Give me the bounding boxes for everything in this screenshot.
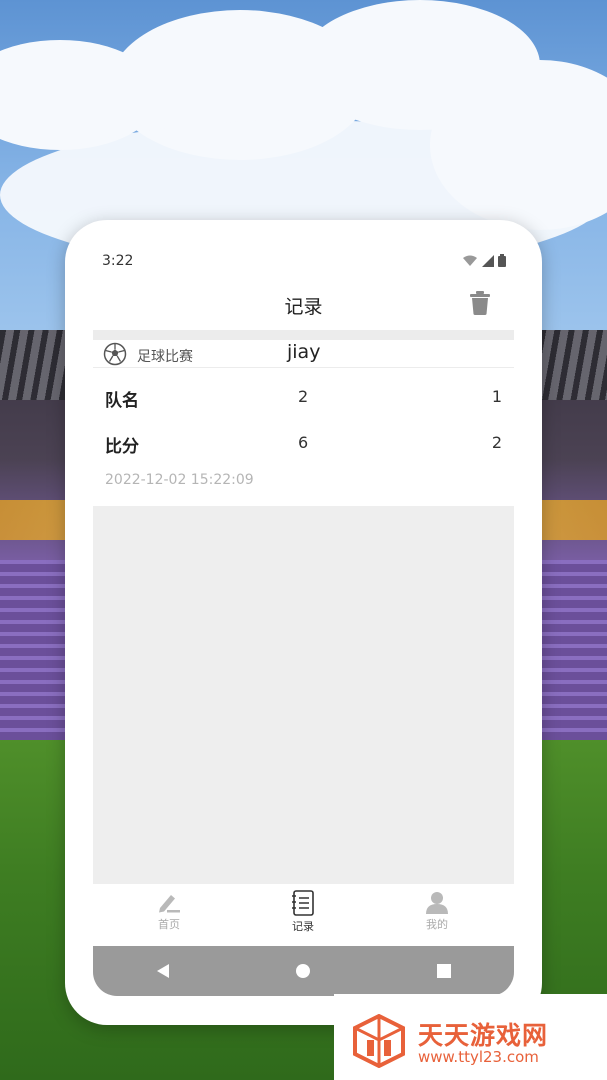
user-icon — [426, 892, 448, 914]
separator-strip — [93, 330, 514, 340]
battery-icon — [498, 254, 506, 267]
notebook-icon — [292, 890, 314, 916]
nav-item-home[interactable]: 首页 — [139, 890, 199, 942]
watermark-url: www.ttyl23.com — [418, 1048, 539, 1066]
nav-item-profile[interactable]: 我的 — [407, 890, 467, 942]
delete-button[interactable] — [466, 289, 494, 317]
empty-list-area — [93, 506, 514, 884]
status-bar: 3:22 — [93, 244, 514, 280]
row-value-left: 2 — [298, 387, 309, 406]
soccer-ball-icon — [103, 342, 127, 366]
nav-label: 记录 — [292, 920, 314, 933]
app-header: 记录 — [93, 280, 514, 328]
page-title: 记录 — [284, 296, 323, 318]
row-label: 队名 — [105, 391, 139, 411]
pencil-icon — [159, 895, 180, 913]
status-time: 3:22 — [102, 253, 134, 269]
record-row-team: 队名 2 1 — [93, 378, 514, 418]
row-value-right: 1 — [491, 387, 502, 406]
record-timestamp: 2022-12-02 15:22:09 — [105, 472, 254, 488]
watermark: 天天游戏网 www.ttyl23.com — [334, 994, 607, 1080]
system-navigation-bar — [93, 946, 514, 996]
row-value-left: 6 — [298, 433, 309, 452]
record-card-header: 足球比赛 jiay — [93, 340, 514, 368]
status-icons — [462, 254, 506, 267]
wifi-icon — [463, 255, 477, 266]
record-card[interactable]: 足球比赛 jiay 队名 2 1 比分 6 2 2022-12-02 15:22… — [93, 340, 514, 506]
watermark-title: 天天游戏网 — [418, 1021, 549, 1050]
signal-icon — [482, 254, 494, 267]
record-row-score: 比分 6 2 — [93, 424, 514, 464]
app-screen: 3:22 记录 足球比赛 jiay 队名 2 1 比分 6 2 2022-12-… — [93, 244, 514, 996]
back-triangle-icon[interactable] — [155, 963, 171, 979]
row-value-right: 2 — [491, 433, 502, 452]
site-logo-icon — [353, 1014, 405, 1068]
nav-label: 首页 — [158, 918, 180, 931]
player-name: jiay — [287, 341, 321, 363]
row-label: 比分 — [105, 437, 139, 457]
trash-icon — [470, 291, 490, 315]
nav-item-records[interactable]: 记录 — [273, 890, 333, 942]
home-circle-icon[interactable] — [295, 963, 311, 979]
nav-label: 我的 — [426, 918, 448, 931]
bottom-nav: 首页 记录 我的 — [93, 884, 514, 946]
recents-square-icon[interactable] — [436, 963, 452, 979]
phone-frame: 3:22 记录 足球比赛 jiay 队名 2 1 比分 6 2 2022-12-… — [65, 220, 542, 1025]
match-type-label: 足球比赛 — [137, 349, 193, 365]
